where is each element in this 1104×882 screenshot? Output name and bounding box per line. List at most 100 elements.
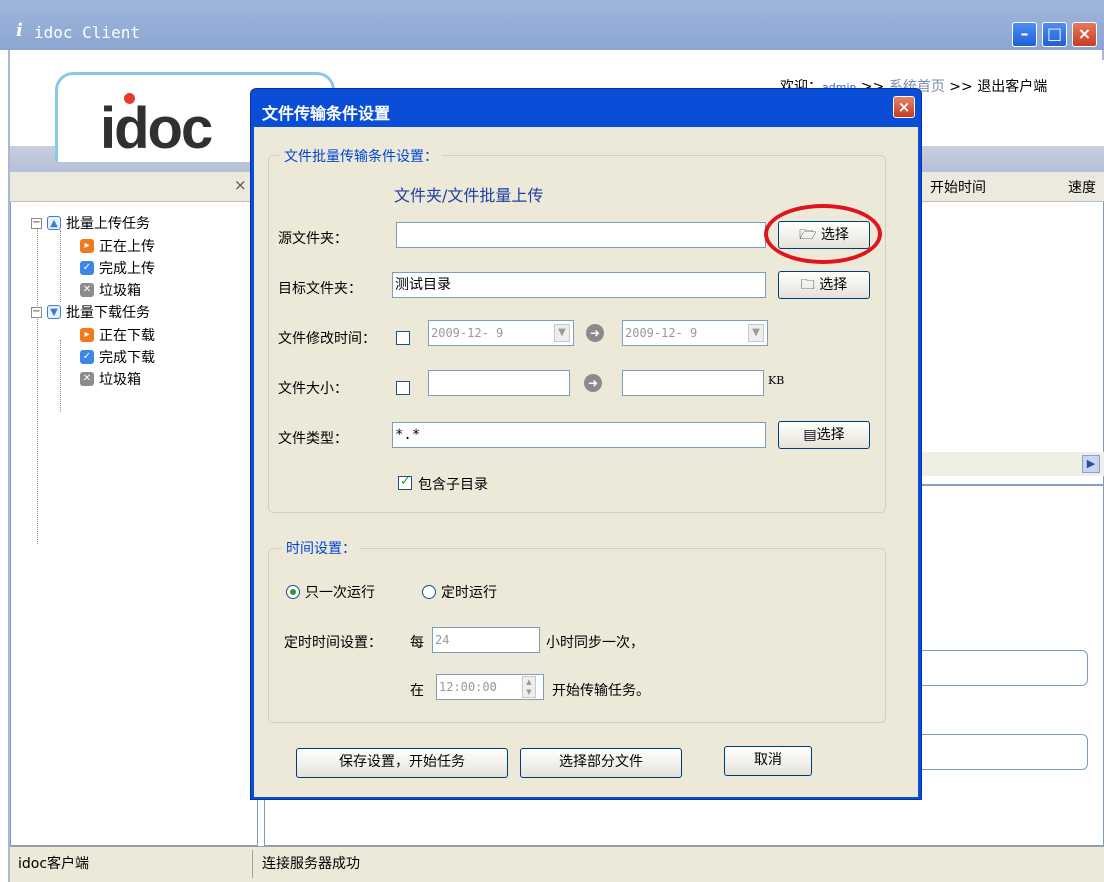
tree-label: 完成下载 [99,350,155,366]
tree-item-upload-group[interactable]: − ▲ 批量上传任务 [31,213,150,233]
window-close-button[interactable]: × [1072,22,1097,47]
tree-label: 垃圾箱 [99,283,141,299]
run-once-label[interactable]: 只一次运行 [305,582,375,602]
tree-line [60,340,61,412]
run-once-radio[interactable] [286,585,300,599]
tree-label: 垃圾箱 [99,372,141,388]
time-group-legend: 时间设置： [282,538,360,558]
check-icon: ✓ [80,350,94,364]
trash-icon: ✕ [80,372,94,386]
window-titlebar [0,0,1104,50]
cancel-button[interactable]: 取消 [724,746,812,776]
minimize-button[interactable]: – [1012,22,1037,47]
collapse-icon[interactable]: − [31,306,42,318]
source-folder-label: 源文件夹： [278,231,348,247]
tree-label: 正在上传 [99,239,155,255]
file-type-label: 文件类型： [278,431,348,447]
include-subdirs-label[interactable]: 包含子目录 [418,474,488,494]
button-label: 选择 [816,427,845,443]
at-label: 在 [410,683,424,699]
arrow-right-icon: ➜ [586,324,604,342]
target-folder-label: 目标文件夹： [278,281,362,297]
download-icon: ▼ [47,305,61,319]
file-type-select-button[interactable]: ▤选择 [778,421,870,449]
tree-label: 批量下载任务 [66,305,150,321]
tree-line [37,226,38,544]
tree-item-download-done[interactable]: ✓ 完成下载 [80,347,155,367]
exit-link[interactable]: 退出客户端 [977,79,1047,95]
app-icon: i [16,20,23,41]
source-select-button[interactable]: 🗁 选择 [778,221,870,249]
folder-open-icon: 🗁 [799,227,817,243]
date-to-input[interactable]: 2009-12- 9 [622,320,768,346]
timed-setting-label: 定时时间设置： [284,635,382,651]
tree-item-uploading[interactable]: ▸ 正在上传 [80,236,155,256]
check-icon: ✓ [80,261,94,275]
date-from-input[interactable]: 2009-12- 9 [428,320,574,346]
dialog-subtitle: 文件夹/文件批量上传 [394,186,544,205]
arrow-right-icon: ▸ [80,239,94,253]
status-message: 连接服务器成功 [262,856,360,872]
tree-item-upload-trash[interactable]: ✕ 垃圾箱 [80,280,141,300]
trash-icon: ✕ [80,283,94,297]
maximize-button[interactable]: □ [1042,22,1067,47]
tree-item-upload-done[interactable]: ✓ 完成上传 [80,258,155,278]
column-header-start-time[interactable]: 开始时间 [930,177,986,197]
tree-label: 正在下载 [99,328,155,344]
spinner-icon[interactable]: ▲ ▼ [522,676,536,698]
dialog-close-button[interactable]: × [893,96,915,118]
tree-item-download-group[interactable]: − ▼ 批量下载任务 [31,302,150,322]
select-partial-files-button[interactable]: 选择部分文件 [520,748,682,778]
column-header-speed[interactable]: 速度 [1068,177,1096,197]
batch-group-legend: 文件批量传输条件设置： [280,146,442,166]
every-label: 每 [410,635,424,651]
size-from-input[interactable] [428,370,570,396]
time-suffix: 开始传输任务。 [552,683,650,699]
task-tree-header [10,172,258,202]
save-start-button[interactable]: 保存设置，开始任务 [296,748,508,778]
status-divider [252,850,253,878]
detail-field[interactable] [920,650,1088,686]
button-label: 选择 [820,227,849,243]
tree-line [60,230,61,302]
include-subdirs-checkbox[interactable] [398,474,412,490]
source-folder-input[interactable] [396,222,766,248]
run-timed-radio[interactable] [422,585,436,599]
logo-dot [124,93,135,104]
tree-label: 批量上传任务 [66,216,150,232]
detail-field[interactable] [920,734,1088,770]
status-app-name: idoc客户端 [18,856,90,872]
window-title: idoc Client [34,23,140,42]
modify-time-checkbox[interactable] [396,331,410,345]
target-folder-input[interactable]: 测试目录 [392,272,766,298]
tree-item-downloading[interactable]: ▸ 正在下载 [80,325,155,345]
tree-label: 完成上传 [99,261,155,277]
splitter[interactable] [920,484,1104,486]
file-size-label: 文件大小： [278,381,348,397]
dialog-title: 文件传输条件设置 [262,104,391,123]
horizontal-scrollbar[interactable] [920,452,1104,476]
arrow-right-icon: ➜ [584,374,602,392]
upload-icon: ▲ [47,216,61,230]
run-timed-label[interactable]: 定时运行 [441,582,497,602]
scroll-right-icon[interactable]: ▶ [1082,455,1100,473]
chevron-down-icon[interactable]: ▼ [554,324,570,342]
target-select-button[interactable]: 🗀 选择 [778,271,870,299]
folder-icon: 🗀 [800,277,815,293]
size-to-input[interactable] [622,370,764,396]
arrow-right-icon: ▸ [80,328,94,342]
document-icon: ▤ [803,427,817,443]
file-type-input[interactable]: *.* [392,422,766,448]
panel-close-icon[interactable]: × [234,176,247,194]
logo: idoc [100,96,213,161]
breadcrumb-sep: >> [949,79,973,95]
hours-input[interactable]: 24 [432,627,540,653]
chevron-down-icon[interactable]: ▼ [748,324,764,342]
collapse-icon[interactable]: − [31,217,42,229]
modify-time-label: 文件修改时间： [278,331,376,347]
file-size-checkbox[interactable] [396,381,410,395]
size-unit: KB [768,374,785,387]
hours-suffix: 小时同步一次， [546,635,644,651]
tree-item-download-trash[interactable]: ✕ 垃圾箱 [80,369,141,389]
status-bar [10,846,1104,882]
